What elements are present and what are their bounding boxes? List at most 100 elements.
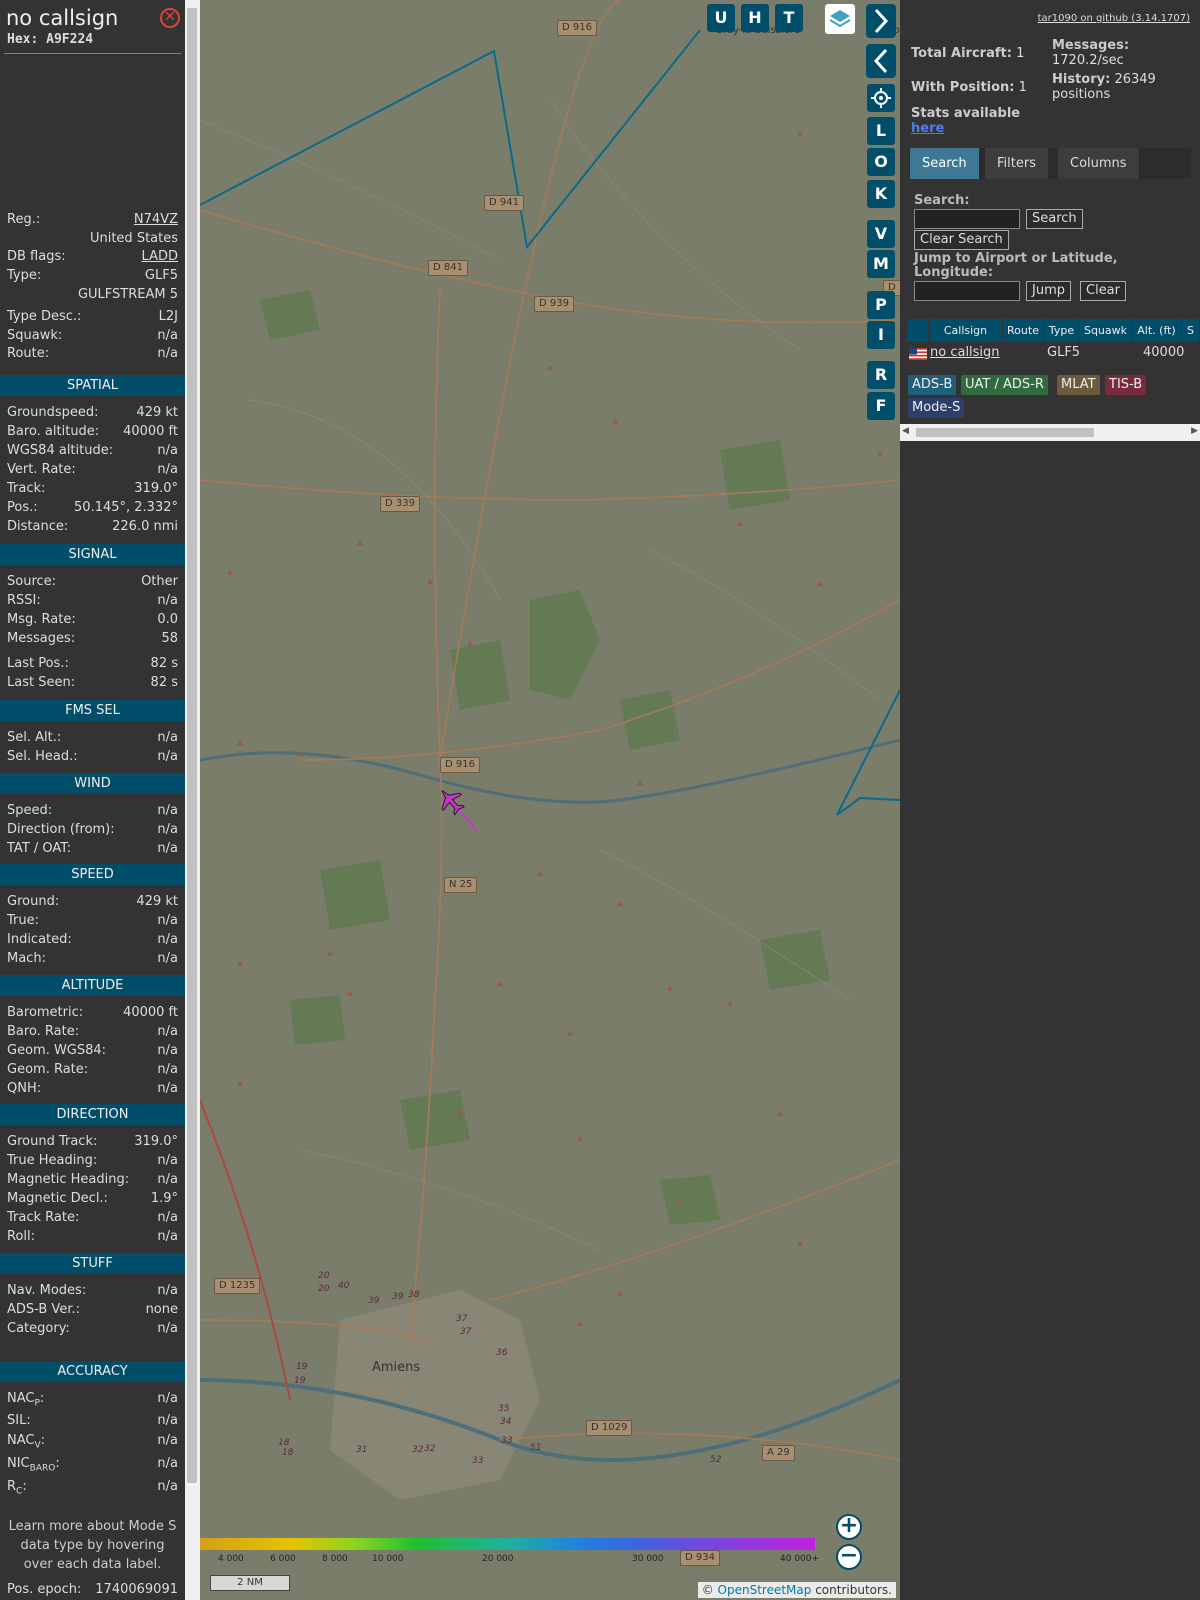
forest-patch xyxy=(760,930,830,990)
scroll-left-icon[interactable]: ◀ xyxy=(902,426,909,436)
map-button-v[interactable]: V xyxy=(867,220,895,248)
clear-search-button[interactable]: Clear Search xyxy=(914,230,1009,250)
map-button-p[interactable]: P xyxy=(867,291,895,319)
minor-road xyxy=(249,399,501,601)
info-label: DB flags: xyxy=(7,249,66,264)
info-label: Magnetic Heading: xyxy=(7,1172,130,1187)
accuracy-row: NICBARO: n/a xyxy=(7,1455,178,1474)
signal-row: RSSI: n/a xyxy=(7,592,178,610)
tab-filters[interactable]: Filters xyxy=(985,148,1048,179)
spatial-row: Distance: 226.0 nmi xyxy=(7,518,178,536)
total-aircraft: Total Aircraft: 1 xyxy=(911,46,1024,61)
history-stat: History: 26349 positions xyxy=(1052,72,1156,102)
altitude-legend-tick: 30 000 xyxy=(632,1554,664,1564)
info-label: Direction (from): xyxy=(7,822,115,837)
spatial-row: Pos.: 50.145°, 2.332° xyxy=(7,499,178,517)
info-value: n/a xyxy=(157,1210,178,1225)
messages-label: Messages: xyxy=(1052,38,1130,53)
osm-link[interactable]: OpenStreetMap xyxy=(718,1583,812,1597)
direction-row: Magnetic Heading: n/a xyxy=(7,1171,178,1189)
info-value: n/a xyxy=(157,803,178,818)
info-value: n/a xyxy=(157,1413,178,1428)
map-button-k[interactable]: K xyxy=(867,180,895,208)
expand-right-button[interactable] xyxy=(866,4,896,38)
map-button-l[interactable]: L xyxy=(867,117,895,145)
direction-row: Roll: n/a xyxy=(7,1228,178,1246)
zoom-out-button[interactable]: − xyxy=(836,1544,862,1570)
table-header-type[interactable]: Type xyxy=(1044,319,1080,342)
messages-value: 1720.2/sec xyxy=(1052,53,1124,68)
info-value: n/a xyxy=(157,346,178,361)
close-icon[interactable]: ✕ xyxy=(160,8,180,28)
altitude-legend-tick: 10 000 xyxy=(372,1554,404,1564)
search-input[interactable] xyxy=(914,209,1020,229)
jump-input[interactable] xyxy=(914,281,1020,301)
table-header-callsign[interactable]: Callsign xyxy=(929,319,1003,342)
info-value: n/a xyxy=(157,749,178,764)
map-button-h[interactable]: H xyxy=(741,4,769,32)
info-label: QNH: xyxy=(7,1081,42,1096)
github-link[interactable]: tar1090 on github (3.14.1707) xyxy=(1038,13,1190,24)
road-label: D 939 xyxy=(534,296,574,312)
info-value: n/a xyxy=(157,1172,178,1187)
info-value[interactable]: LADD xyxy=(142,248,178,266)
map-button-u[interactable]: U xyxy=(707,4,735,32)
tab-columns[interactable]: Columns xyxy=(1058,148,1139,179)
map-button-o[interactable]: O xyxy=(867,148,895,176)
left-scrollbar-thumb[interactable] xyxy=(187,8,197,1483)
table-header-speed[interactable]: S xyxy=(1182,319,1200,342)
road-label: D 841 xyxy=(428,260,468,276)
learn-more-text: Learn more about Mode S data type by hov… xyxy=(8,1519,177,1572)
total-aircraft-label: Total Aircraft: xyxy=(911,46,1012,61)
info-label: Reg.: xyxy=(7,212,41,227)
table-header-flag xyxy=(907,319,929,342)
table-header-route[interactable]: Route xyxy=(1003,319,1044,342)
map-button-t[interactable]: T xyxy=(775,4,803,32)
table-header-squawk[interactable]: Squawk xyxy=(1080,319,1132,342)
table-row-callsign[interactable]: no callsign xyxy=(930,344,1000,362)
stats-link[interactable]: here xyxy=(911,121,944,136)
map-button-i[interactable]: I xyxy=(867,321,895,349)
pos-epoch-value: 1740069091 xyxy=(95,1582,178,1597)
river xyxy=(200,1378,900,1462)
scroll-right-icon[interactable]: ▶ xyxy=(1191,426,1198,436)
map-button-r[interactable]: R xyxy=(867,361,895,389)
info-value[interactable]: N74VZ xyxy=(134,211,178,229)
map-view[interactable]: D 916 D 941 D 841 D 939 D 339 D 916 N 25 D 1235… xyxy=(200,0,900,1600)
tab-search[interactable]: Search xyxy=(910,148,979,179)
label-suffix: : xyxy=(40,1433,46,1448)
left-scrollbar[interactable] xyxy=(185,0,200,1600)
altitude-gradient-bar xyxy=(200,1538,815,1550)
fms-row: Sel. Head.: n/a xyxy=(7,748,178,766)
layers-icon[interactable] xyxy=(825,4,855,34)
info-label: Ground: xyxy=(7,894,60,909)
source-badge: MLAT xyxy=(1057,375,1100,395)
table-horizontal-scrollbar[interactable]: ◀ ▶ xyxy=(900,424,1200,441)
info-label: Geom. WGS84: xyxy=(7,1043,107,1058)
table-row-type: GLF5 xyxy=(1047,345,1081,360)
map-button-m[interactable]: M xyxy=(867,250,895,278)
info-value: 226.0 nmi xyxy=(112,519,178,534)
info-label: Baro. altitude: xyxy=(7,424,100,439)
clear-button[interactable]: Clear xyxy=(1080,281,1126,301)
scrollbar-thumb[interactable] xyxy=(916,428,1094,437)
source-badge: ADS-B xyxy=(908,375,957,395)
info-label: Category: xyxy=(7,1321,70,1336)
minor-road xyxy=(299,1149,601,1251)
map-button-f[interactable]: F xyxy=(867,392,895,420)
accuracy-row: RC: n/a xyxy=(7,1478,178,1497)
collapse-left-button[interactable] xyxy=(866,44,896,78)
signal-row: Source: Other xyxy=(7,573,178,591)
source-badge: Mode-S xyxy=(908,398,965,418)
table-header-altitude[interactable]: Alt. (ft) xyxy=(1132,319,1182,342)
zoom-in-button[interactable]: + xyxy=(836,1514,862,1540)
search-button[interactable]: Search xyxy=(1026,209,1083,229)
road-label: D 339 xyxy=(380,496,420,512)
info-row: Route: n/a xyxy=(7,345,178,363)
jump-button[interactable]: Jump xyxy=(1026,281,1071,301)
info-label: TAT / OAT: xyxy=(7,841,72,856)
gear-icon[interactable] xyxy=(867,84,895,112)
info-label: Magnetic Decl.: xyxy=(7,1191,108,1206)
km-marker-label: 31 xyxy=(356,1445,368,1455)
info-value: n/a xyxy=(157,462,178,477)
